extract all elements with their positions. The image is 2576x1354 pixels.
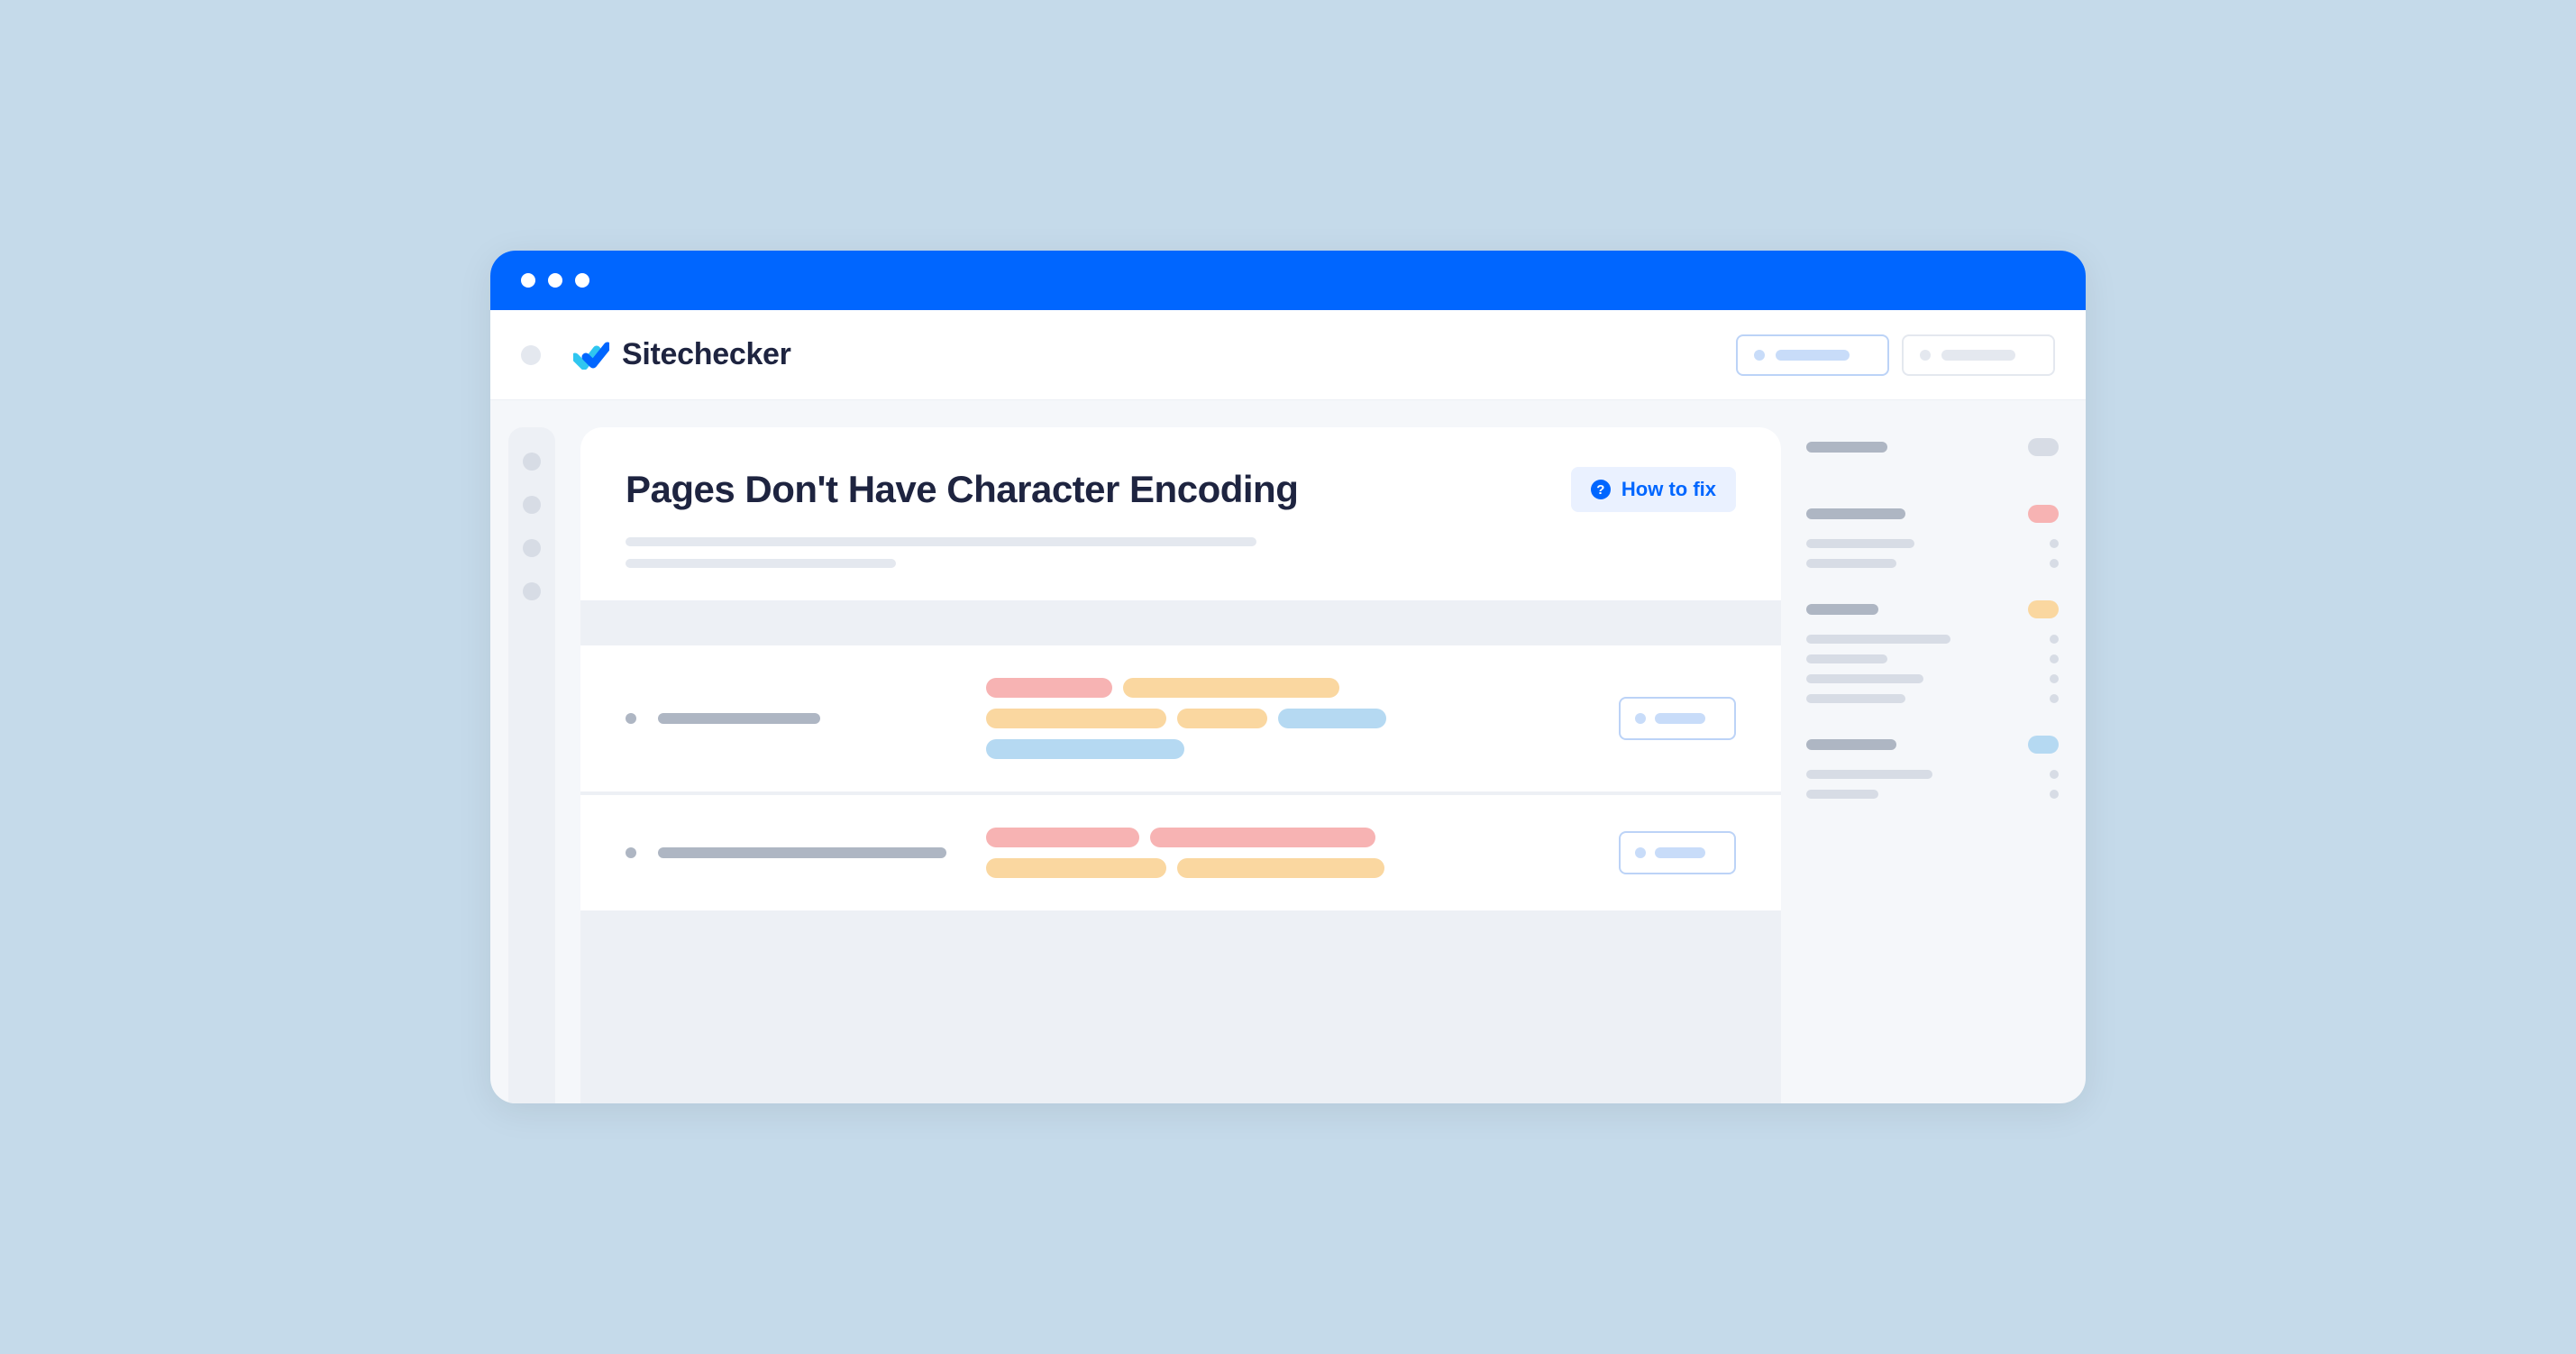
row-status-dot [626,713,636,724]
browser-window: Sitechecker Pages Don't Have Character E… [490,251,2086,1103]
row-action-button[interactable] [1619,697,1736,740]
row-url-placeholder [658,847,946,858]
issue-header: Pages Don't Have Character Encoding ? Ho… [580,427,1781,600]
section-count-badge [2028,600,2059,618]
main-content: Pages Don't Have Character Encoding ? Ho… [580,427,1781,1103]
section-title-placeholder [1806,508,1905,519]
row-action-button[interactable] [1619,831,1736,874]
panel-item[interactable] [1806,559,2059,568]
panel-section [1806,505,2059,568]
right-panel [1806,427,2059,1103]
window-control-close[interactable] [521,273,535,288]
filter-strip [580,600,1781,644]
panel-item[interactable] [1806,539,2059,548]
tag [986,858,1166,878]
panel-item[interactable] [1806,635,2059,644]
panel-section [1806,600,2059,703]
tag [1177,709,1267,728]
row-url-placeholder [658,713,820,724]
brand-name: Sitechecker [622,337,791,372]
window-titlebar [490,251,2086,310]
placeholder-bar [1655,713,1705,724]
header-primary-button[interactable] [1736,334,1889,376]
section-count-badge [2028,438,2059,456]
help-icon: ? [1591,480,1611,499]
menu-toggle[interactable] [521,345,541,365]
placeholder-bar [1776,350,1850,361]
how-to-fix-button[interactable]: ? How to fix [1571,467,1736,512]
window-control-maximize[interactable] [575,273,589,288]
section-count-badge [2028,505,2059,523]
section-title-placeholder [1806,739,1896,750]
issue-description-placeholder [626,537,1736,568]
window-control-minimize[interactable] [548,273,562,288]
tag [986,739,1184,759]
row-tags [986,678,1437,759]
tag [1150,828,1375,847]
section-title-placeholder [1806,604,1878,615]
tag [1278,709,1386,728]
tag [1123,678,1339,698]
header-secondary-button[interactable] [1902,334,2055,376]
checkmark-icon [573,341,609,370]
result-row [580,793,1781,910]
sidebar-item[interactable] [523,539,541,557]
issue-title: Pages Don't Have Character Encoding [626,468,1298,511]
row-tags [986,828,1437,878]
tag [986,828,1139,847]
placeholder-bar [1655,847,1705,858]
panel-item[interactable] [1806,674,2059,683]
app-body: Pages Don't Have Character Encoding ? Ho… [490,400,2086,1103]
tag [986,678,1112,698]
how-to-fix-label: How to fix [1621,478,1716,501]
placeholder-dot [1754,350,1765,361]
panel-section [1806,736,2059,799]
results-list [580,644,1781,910]
panel-item[interactable] [1806,790,2059,799]
section-title-placeholder [1806,442,1887,453]
result-row [580,645,1781,791]
tag [1177,858,1384,878]
panel-item[interactable] [1806,694,2059,703]
sidebar-item[interactable] [523,496,541,514]
sidebar-item[interactable] [523,453,541,471]
placeholder-bar [1941,350,2015,361]
app-header: Sitechecker [490,310,2086,400]
placeholder-dot [1920,350,1931,361]
panel-item[interactable] [1806,654,2059,663]
section-count-badge [2028,736,2059,754]
placeholder-dot [1635,713,1646,724]
brand-logo[interactable]: Sitechecker [573,337,791,372]
row-status-dot [626,847,636,858]
tag [986,709,1166,728]
placeholder-dot [1635,847,1646,858]
panel-section [1806,438,2059,472]
panel-item[interactable] [1806,770,2059,779]
sidebar-item[interactable] [523,582,541,600]
sidebar-nav [508,427,555,1103]
